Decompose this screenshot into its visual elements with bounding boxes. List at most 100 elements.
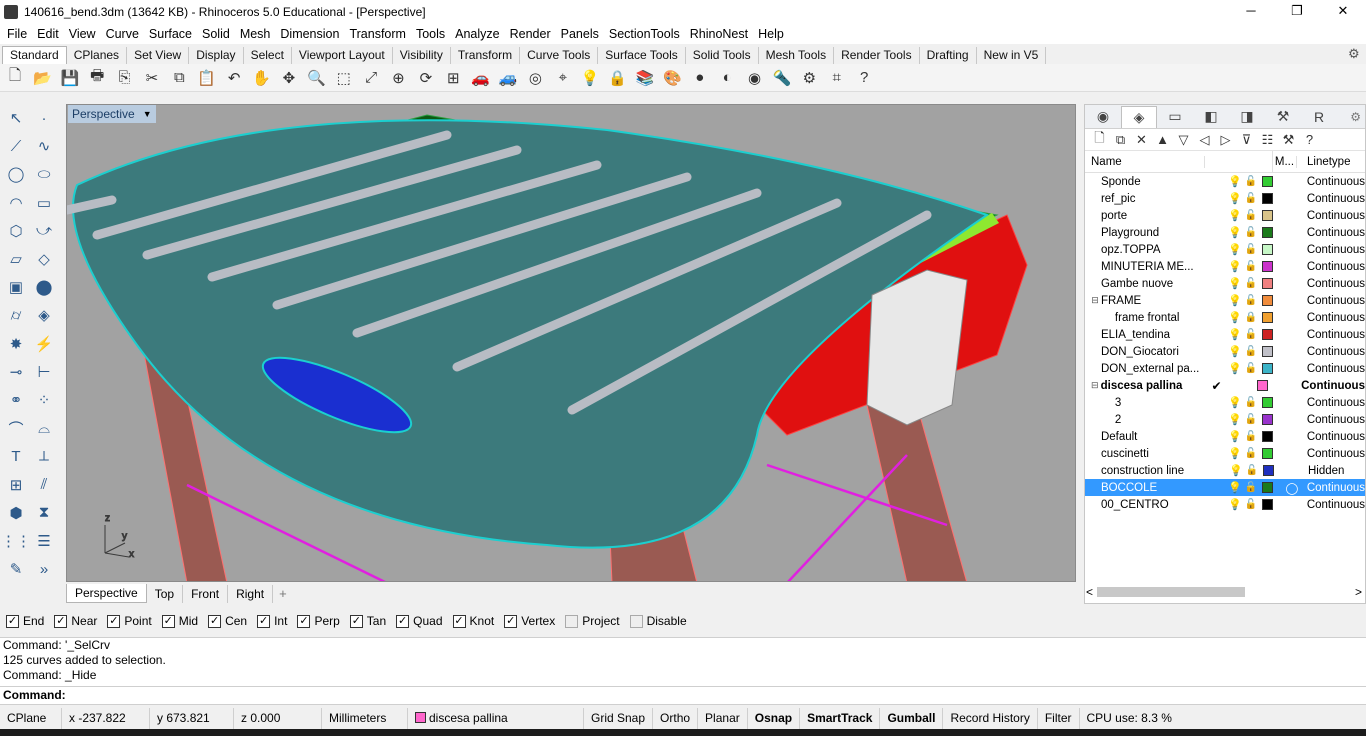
ellipse-icon[interactable]: ⬭ [32,162,56,186]
toolbar-tab-mesh-tools[interactable]: Mesh Tools [759,47,835,64]
layer-name[interactable]: FRAME [1101,295,1212,307]
layer-color-swatch[interactable] [1262,295,1273,306]
scroll-left-icon[interactable]: < [1086,585,1093,599]
layer-row[interactable]: Playground 💡 🔓 Continuous [1085,224,1365,241]
layer-color-swatch[interactable] [1262,397,1273,408]
status-filter[interactable]: Filter [1038,708,1080,729]
unlocked-icon[interactable]: 🔓 [1242,345,1260,359]
visibility-bulb-icon[interactable]: 💡 [1228,311,1242,325]
layer-color-swatch[interactable] [1262,329,1273,340]
toolbar-tab-surface-tools[interactable]: Surface Tools [598,47,686,64]
help-icon[interactable]: ? [853,67,875,89]
help-tab-icon[interactable]: ⚒ [1265,106,1301,128]
layer-row[interactable]: 00_CENTRO 💡 🔓 Continuous [1085,496,1365,513]
layer-name[interactable]: Gambe nuove [1101,278,1212,290]
menu-file[interactable]: File [2,25,32,43]
delete-layer-icon[interactable]: ✕ [1131,130,1152,150]
circle-icon[interactable]: ◯ [4,162,28,186]
layer-row[interactable]: porte 💡 🔓 Continuous [1085,207,1365,224]
add-viewport-tab-icon[interactable]: + [279,586,287,601]
more-tools-icon[interactable]: » [32,557,56,581]
toolbar-tab-visibility[interactable]: Visibility [393,47,451,64]
layer-name[interactable]: MINUTERIA ME... [1101,261,1212,273]
layer-row[interactable]: DON_external pa... 💡 🔓 Continuous [1085,360,1365,377]
layer-color-swatch[interactable] [1262,278,1273,289]
new-sublayer-icon[interactable]: ⧉ [1110,130,1131,150]
layer-material[interactable] [1281,175,1303,189]
free-curve-icon[interactable]: ⤻ [32,219,56,243]
layer-material[interactable] [1282,464,1304,478]
layer-material[interactable] [1276,379,1297,393]
toolbar-tab-curve-tools[interactable]: Curve Tools [520,47,599,64]
layer-linetype[interactable]: Continuous [1307,210,1365,222]
layer-color-swatch[interactable] [1262,261,1273,272]
layer-horizontal-scrollbar[interactable]: < > [1086,584,1364,600]
color-wheel-icon[interactable]: 🎨 [661,67,683,89]
layer-name[interactable]: cuscinetti [1101,448,1212,460]
scroll-right-icon[interactable]: > [1355,585,1362,599]
layer-linetype[interactable]: Continuous [1307,346,1365,358]
layer-linetype[interactable]: Continuous [1307,499,1365,511]
viewport-tab-right[interactable]: Right [228,584,274,603]
cylinder-icon[interactable]: ⌭ [4,303,28,327]
status-cplane[interactable]: CPlane [0,708,62,729]
osnap-checkbox[interactable]: ✓ [396,614,410,628]
layer-row[interactable]: MINUTERIA ME... 💡 🔓 Continuous [1085,258,1365,275]
visibility-bulb-icon[interactable]: 💡 [1228,447,1242,461]
layer-color-swatch[interactable] [1262,448,1273,459]
visibility-bulb-icon[interactable]: 💡 [1228,175,1242,189]
viewport-tab-front[interactable]: Front [183,584,229,603]
layer-linetype[interactable]: Continuous [1307,193,1365,205]
layer-linetype[interactable]: Continuous [1307,312,1365,324]
unlocked-icon[interactable]: 🔓 [1242,294,1260,308]
layer-material[interactable] [1281,311,1303,325]
header-material[interactable]: M... [1273,155,1297,168]
unlocked-icon[interactable]: 🔓 [1242,396,1260,410]
open-icon[interactable]: 📂 [31,67,53,89]
osnap-perp[interactable]: ✓ Perp [297,614,340,628]
toolbar-tab-solid-tools[interactable]: Solid Tools [686,47,759,64]
new-file-icon[interactable]: 🗋 [4,67,26,89]
unlocked-icon[interactable]: 🔓 [1242,277,1260,291]
rotate-view-icon[interactable]: ✥ [278,67,300,89]
layer-material[interactable] [1281,430,1303,444]
lock-icon[interactable]: 🔒 [607,67,629,89]
move-up-icon[interactable]: ▲ [1152,130,1173,150]
layer-name[interactable]: Default [1101,431,1212,443]
osnap-checkbox[interactable]: ✓ [161,614,175,628]
layer-row[interactable]: opz.TOPPA 💡 🔓 Continuous [1085,241,1365,258]
properties-icon[interactable]: ☰ [32,529,56,553]
chamfer-icon[interactable]: ⌓ [32,416,56,440]
undo-icon[interactable]: ↶ [223,67,245,89]
layer-color-swatch[interactable] [1262,312,1273,323]
pan-icon[interactable]: ✋ [251,67,273,89]
osnap-disable[interactable]: Disable [629,614,687,628]
layer-color-swatch[interactable] [1262,363,1273,374]
viewport-tab-top[interactable]: Top [147,584,184,603]
osnap-checkbox[interactable]: ✓ [504,614,518,628]
toolbar-tab-standard[interactable]: Standard [2,46,67,64]
rhino-tab-icon[interactable]: R [1301,106,1337,128]
panel-options-gear-icon[interactable]: ⚙ [1350,110,1361,124]
display-tab-icon[interactable]: ▭ [1157,106,1193,128]
unlocked-icon[interactable]: 🔓 [1242,413,1260,427]
visibility-bulb-icon[interactable]: 💡 [1228,328,1242,342]
layer-linetype[interactable]: Continuous [1307,329,1365,341]
zoom-window-icon[interactable]: ⬚ [333,67,355,89]
layer-linetype[interactable]: Hidden [1308,465,1344,477]
layer-color-swatch[interactable] [1262,499,1273,510]
layer-material[interactable]: ◯ [1281,481,1303,495]
layer-row[interactable]: ⊟ discesa pallina ✔ Continuous [1085,377,1365,394]
minimize-button[interactable]: ─ [1228,0,1274,24]
mesh-plane-icon[interactable]: ◈ [32,303,56,327]
layer-row[interactable]: Gambe nuove 💡 🔓 Continuous [1085,275,1365,292]
status-units[interactable]: Millimeters [322,708,408,729]
layer-name[interactable]: 2 [1101,414,1212,426]
status-osnap[interactable]: Osnap [748,708,801,729]
layer-name[interactable]: ELIA_tendina [1101,329,1212,341]
menu-sectiontools[interactable]: SectionTools [604,25,685,43]
viewport-menu-chevron-icon[interactable]: ▼ [143,105,152,123]
layer-linetype[interactable]: Continuous [1307,431,1365,443]
layer-material[interactable] [1281,413,1303,427]
copy-icon[interactable]: ⧉ [168,67,190,89]
